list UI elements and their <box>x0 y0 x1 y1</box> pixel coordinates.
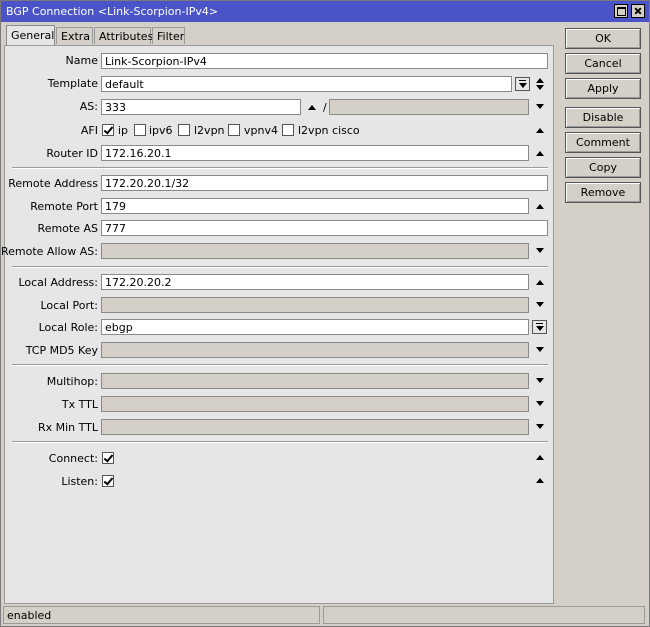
tab-filter[interactable]: Filter <box>152 27 185 44</box>
local-role-label: Local Role: <box>38 321 98 334</box>
local-address-input[interactable]: 172.20.20.2 <box>101 274 529 290</box>
multihop-label: Multihop: <box>46 375 98 388</box>
as-input[interactable]: 333 <box>101 99 301 115</box>
cancel-button[interactable]: Cancel <box>565 53 641 74</box>
disable-button[interactable]: Disable <box>565 107 641 128</box>
apply-button[interactable]: Apply <box>565 78 641 99</box>
router-id-label: Router ID <box>46 147 98 160</box>
remote-as-input[interactable]: 777 <box>101 220 548 236</box>
afi-ip-checkbox[interactable] <box>102 124 114 136</box>
afi-vpnv4-label: vpnv4 <box>244 124 278 137</box>
status-left: enabled <box>3 606 320 624</box>
remote-as-label: Remote AS <box>37 222 98 235</box>
comment-button[interactable]: Comment <box>565 132 641 153</box>
afi-ipv6-checkbox[interactable] <box>134 124 146 136</box>
remote-port-label: Remote Port <box>30 200 98 213</box>
copy-button[interactable]: Copy <box>565 157 641 178</box>
remote-allow-as-down-icon[interactable] <box>535 245 546 256</box>
afi-vpnv4-checkbox[interactable] <box>228 124 240 136</box>
remote-allow-as-label: Remote Allow AS: <box>0 245 98 258</box>
status-right <box>323 606 645 624</box>
remote-port-input[interactable]: 179 <box>101 198 529 214</box>
name-input[interactable]: Link-Scorpion-IPv4 <box>101 53 548 69</box>
connect-label: Connect: <box>48 452 98 465</box>
connect-up-icon[interactable] <box>535 452 546 463</box>
remote-address-label: Remote Address <box>8 177 98 190</box>
afi-l2vpn-checkbox[interactable] <box>178 124 190 136</box>
local-address-up-icon[interactable] <box>535 277 546 288</box>
ok-button[interactable]: OK <box>565 28 641 49</box>
remote-port-up-icon[interactable] <box>535 201 546 212</box>
local-role-select[interactable]: ebgp <box>101 319 529 335</box>
general-panel: Name Link-Scorpion-IPv4 Template default… <box>0 45 554 604</box>
template-dropdown-icon[interactable] <box>515 77 530 91</box>
name-label: Name <box>65 54 98 67</box>
separator <box>12 441 548 443</box>
tx-ttl-label: Tx TTL <box>61 398 98 411</box>
close-icon[interactable] <box>631 4 645 18</box>
as-secondary-input[interactable] <box>329 99 529 115</box>
tx-ttl-down-icon[interactable] <box>535 398 546 409</box>
as-up-icon[interactable] <box>307 102 318 113</box>
local-port-label: Local Port: <box>40 299 98 312</box>
bgp-connection-window: BGP Connection <Link-Scorpion-IPv4> Gene… <box>0 0 650 627</box>
afi-l2vpn-label: l2vpn <box>194 124 225 137</box>
window-title: BGP Connection <Link-Scorpion-IPv4> <box>6 5 219 18</box>
afi-l2vpn-cisco-label: l2vpn cisco <box>298 124 360 137</box>
remote-address-input[interactable]: 172.20.20.1/32 <box>101 175 548 191</box>
template-select[interactable]: default <box>101 76 512 92</box>
listen-checkbox[interactable] <box>102 475 114 487</box>
local-role-dropdown-icon[interactable] <box>532 320 547 334</box>
multihop-input[interactable] <box>101 373 529 389</box>
separator <box>12 266 548 268</box>
as-label: AS: <box>79 100 98 113</box>
multihop-down-icon[interactable] <box>535 375 546 386</box>
tcp-md5-key-input[interactable] <box>101 342 529 358</box>
separator <box>12 364 548 366</box>
afi-l2vpn-cisco-checkbox[interactable] <box>282 124 294 136</box>
afi-ip-label: ip <box>118 124 129 137</box>
tab-general[interactable]: General <box>6 25 55 45</box>
tx-ttl-input[interactable] <box>101 396 529 412</box>
rx-min-ttl-input[interactable] <box>101 419 529 435</box>
router-id-input[interactable]: 172.16.20.1 <box>101 145 529 161</box>
connect-checkbox[interactable] <box>102 452 114 464</box>
listen-label: Listen: <box>61 475 98 488</box>
afi-label: AFI <box>80 124 98 137</box>
template-label: Template <box>47 77 98 90</box>
rx-min-ttl-label: Rx Min TTL <box>37 421 98 434</box>
afi-up-icon[interactable] <box>535 125 546 136</box>
tcp-md5-key-label: TCP MD5 Key <box>25 344 98 357</box>
tab-attributes[interactable]: Attributes <box>94 27 153 44</box>
local-port-input[interactable] <box>101 297 529 313</box>
listen-up-icon[interactable] <box>535 475 546 486</box>
local-address-label: Local Address: <box>18 276 98 289</box>
as-separator: / <box>323 101 327 114</box>
afi-ipv6-label: ipv6 <box>149 124 173 137</box>
as-down-icon[interactable] <box>535 101 546 112</box>
remove-button[interactable]: Remove <box>565 182 641 203</box>
rx-min-ttl-down-icon[interactable] <box>535 421 546 432</box>
router-id-up-icon[interactable] <box>535 148 546 159</box>
tab-extra[interactable]: Extra <box>56 27 93 44</box>
separator <box>12 167 548 169</box>
template-updown-icon[interactable] <box>535 78 546 90</box>
local-port-down-icon[interactable] <box>535 299 546 310</box>
tcp-md5-key-down-icon[interactable] <box>535 344 546 355</box>
remote-allow-as-input[interactable] <box>101 243 529 259</box>
maximize-icon[interactable] <box>614 4 628 18</box>
title-bar[interactable]: BGP Connection <Link-Scorpion-IPv4> <box>1 1 649 22</box>
